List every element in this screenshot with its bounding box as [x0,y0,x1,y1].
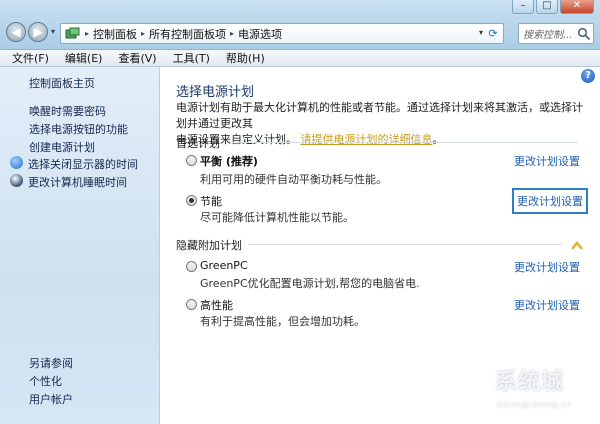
preferred-plans-heading: 首选计划 [176,137,220,150]
watermark: 系统城 xitongcheng.cc [457,360,600,424]
sidebar-item-sleep-time[interactable]: 更改计算机睡眠时间 [28,174,127,190]
sidebar-item-display-off[interactable]: 选择关闭显示器的时间 [28,156,138,172]
page-description: 电源计划有助于最大化计算机的性能或者节能。通过选择计划来将其激活，或选择计划并通… [176,100,586,148]
plan-details-link[interactable]: 请提供电源计划的详细信息 [301,133,433,146]
sidebar: 控制面板主页 唤醒时需要密码 选择电源按钮的功能 创建电源计划 选择关闭显示器的… [0,67,160,424]
description-text: 。 [432,133,444,146]
see-also-heading: 另请参阅 [29,357,73,370]
sleep-icon [10,174,23,187]
forward-button[interactable]: ▶ [28,22,48,42]
watermark-url: xitongcheng.cc [497,400,573,409]
menu-view[interactable]: 查看(V) [110,50,164,66]
section-divider [248,244,562,245]
plan-description: 尽可能降低计算机性能以节能。 [200,211,354,224]
sidebar-item-power-buttons[interactable]: 选择电源按钮的功能 [29,121,128,137]
plan-radio-high-performance[interactable] [186,299,197,310]
maximize-button[interactable]: □ [536,0,558,14]
change-plan-settings-link[interactable]: 更改计划设置 [512,188,588,214]
plan-description: GreenPC优化配置电源计划,帮您的电脑省电. [200,277,420,290]
description-text: 电源计划有助于最大化计算机的性能或者节能。通过选择计划来将其激活，或选择计划并通… [176,101,583,130]
chevron-up-icon[interactable] [570,239,584,251]
search-box[interactable]: 搜索控制... [518,23,594,44]
search-icon[interactable] [577,27,591,41]
sidebar-item-create-plan[interactable]: 创建电源计划 [29,139,95,155]
watermark-text: 系统城 [495,370,565,395]
section-divider [232,142,578,143]
refresh-icon[interactable]: ⟳ [485,25,501,42]
sidebar-item-personalization[interactable]: 个性化 [29,373,62,389]
window-controls: – □ ✕ [510,0,594,14]
plan-name[interactable]: 高性能 [200,297,233,313]
plan-description: 有利于提高性能，但会增加功耗。 [200,315,365,328]
hidden-plans-heading: 隐藏附加计划 [176,239,242,252]
address-bar[interactable]: ▸ 控制面板 ▸ 所有控制面板项 ▸ 电源选项 ▾ ⟳ [60,23,504,44]
plan-radio-greenpc[interactable] [186,261,197,272]
display-icon [10,156,23,169]
plan-name[interactable]: 平衡 (推荐) [200,153,258,169]
plan-name[interactable]: 节能 [200,193,222,209]
minimize-button[interactable]: – [512,0,534,14]
change-plan-settings-link[interactable]: 更改计划设置 [514,297,580,313]
plan-radio-power-saver[interactable] [186,195,197,206]
help-icon[interactable]: ? [581,69,595,83]
breadcrumb-all-items[interactable]: 所有控制面板项 [145,26,230,42]
plan-description: 利用可用的硬件自动平衡功耗与性能。 [200,173,387,186]
menu-help[interactable]: 帮助(H) [218,50,273,66]
watermark-logo-icon [459,366,495,402]
back-button[interactable]: ◀ [6,22,26,42]
sidebar-item-user-accounts[interactable]: 用户帐户 [29,391,73,407]
recent-pages-dropdown[interactable]: ▾ [51,27,55,36]
search-input[interactable]: 搜索控制... [523,26,577,41]
sidebar-item-wake-password[interactable]: 唤醒时需要密码 [29,103,106,119]
plan-name[interactable]: GreenPC [200,259,248,272]
menu-file[interactable]: 文件(F) [4,50,57,66]
sidebar-item-control-panel-home[interactable]: 控制面板主页 [29,75,95,91]
address-dropdown-icon[interactable]: ▾ [479,28,483,37]
menu-bar: 文件(F) 编辑(E) 查看(V) 工具(T) 帮助(H) [0,50,600,67]
page-title: 选择电源计划 [176,85,255,100]
plan-radio-balanced[interactable] [186,155,197,166]
menu-edit[interactable]: 编辑(E) [57,50,111,66]
change-plan-settings-link[interactable]: 更改计划设置 [514,259,580,275]
breadcrumb-power-options[interactable]: 电源选项 [234,26,286,42]
menu-tools[interactable]: 工具(T) [165,50,218,66]
change-plan-settings-link[interactable]: 更改计划设置 [514,153,580,169]
control-panel-icon [65,27,81,41]
breadcrumb-control-panel[interactable]: 控制面板 [89,26,141,42]
close-button[interactable]: ✕ [560,0,594,14]
title-bar: – □ ✕ ◀ ▶ ▾ ▸ 控制面板 ▸ 所有控制面板项 ▸ 电源选项 ▾ ⟳ … [0,0,600,50]
